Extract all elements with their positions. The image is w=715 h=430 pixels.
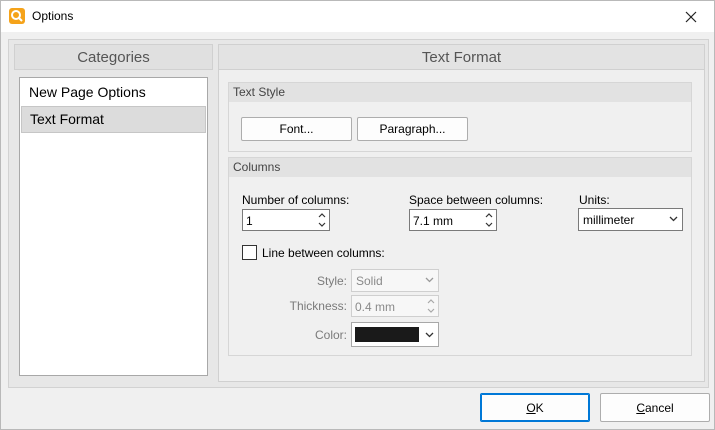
color-swatch <box>355 327 419 342</box>
units-select[interactable]: millimeter <box>578 208 683 231</box>
units-value: millimeter <box>583 213 635 227</box>
paragraph-button[interactable]: Paragraph... <box>357 117 468 141</box>
columns-group: Columns Number of columns: 1 Space betwe… <box>228 157 692 356</box>
thickness-label: Thickness: <box>289 299 347 313</box>
number-of-columns-stepper[interactable]: 1 <box>242 209 330 231</box>
text-style-group: Text Style Font... Paragraph... <box>228 82 692 152</box>
style-select[interactable]: Solid <box>351 269 439 292</box>
cancel-mnemonic: C <box>636 400 645 415</box>
categories-list: New Page Options Text Format <box>19 77 208 376</box>
options-dialog: Options Categories New Page Options Text… <box>0 0 715 430</box>
cancel-label: ancel <box>644 400 674 415</box>
chevron-down-icon <box>425 277 434 283</box>
chevron-down-icon <box>425 332 434 338</box>
style-label: Style: <box>316 274 347 288</box>
number-of-columns-label: Number of columns: <box>242 193 350 207</box>
cancel-button[interactable]: Cancel <box>600 393 710 422</box>
chevron-down-icon <box>669 216 678 222</box>
text-format-panel: Text Format Text Style Font... Paragraph… <box>218 44 705 382</box>
font-button[interactable]: Font... <box>241 117 352 141</box>
space-between-columns-value: 7.1 mm <box>413 214 454 228</box>
units-label: Units: <box>579 193 610 207</box>
title-bar: Options <box>1 1 714 32</box>
color-label: Color: <box>314 328 347 342</box>
line-between-columns-checkbox[interactable] <box>242 245 257 260</box>
category-new-page-options[interactable]: New Page Options <box>21 79 206 106</box>
number-of-columns-value: 1 <box>246 214 253 228</box>
spin-arrows-icon[interactable] <box>426 297 436 315</box>
close-button[interactable] <box>668 1 714 32</box>
color-picker[interactable] <box>351 322 439 347</box>
thickness-stepper[interactable]: 0.4 mm <box>351 295 439 317</box>
window-title: Options <box>32 9 74 23</box>
dialog-body: Categories New Page Options Text Format … <box>8 39 709 388</box>
thickness-value: 0.4 mm <box>355 300 396 314</box>
panel-title: Text Format <box>218 44 705 70</box>
ok-button[interactable]: OK <box>480 393 590 422</box>
close-icon <box>685 11 697 22</box>
space-between-columns-label: Space between columns: <box>409 193 544 207</box>
line-between-columns-label: Line between columns: <box>262 246 385 260</box>
text-style-title: Text Style <box>229 83 691 102</box>
spin-arrows-icon[interactable] <box>317 211 327 229</box>
spin-arrows-icon[interactable] <box>484 211 494 229</box>
columns-title: Columns <box>229 158 691 177</box>
space-between-columns-stepper[interactable]: 7.1 mm <box>409 209 497 231</box>
categories-header: Categories <box>14 44 213 70</box>
ok-label: K <box>535 400 544 415</box>
ok-mnemonic: O <box>526 400 536 415</box>
app-icon <box>9 8 25 24</box>
style-value: Solid <box>356 274 383 288</box>
category-text-format[interactable]: Text Format <box>21 106 206 133</box>
